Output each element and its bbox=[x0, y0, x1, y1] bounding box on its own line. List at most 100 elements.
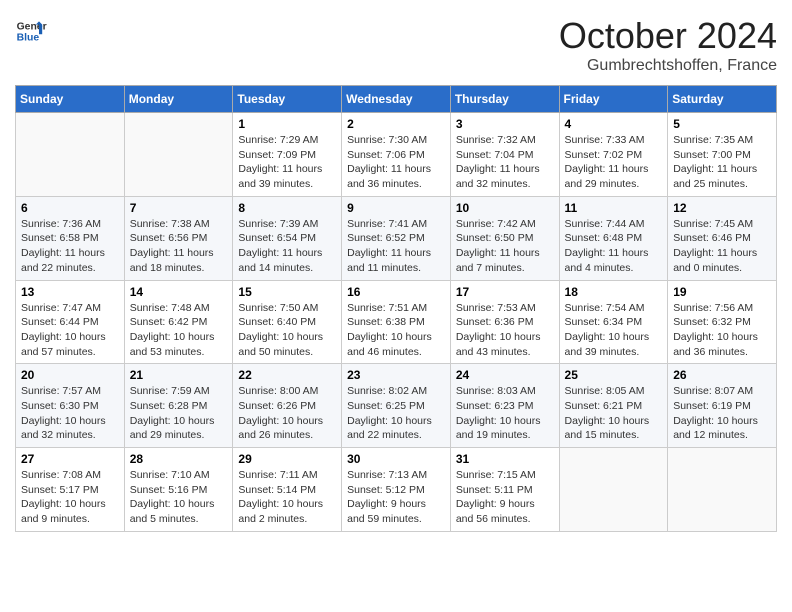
table-row: 30 Sunrise: 7:13 AM Sunset: 5:12 PM Dayli… bbox=[342, 448, 451, 532]
table-row: 3 Sunrise: 7:32 AM Sunset: 7:04 PM Daylig… bbox=[450, 113, 559, 197]
calendar-row: 6Sunrise: 7:36 AM Sunset: 6:58 PM Daylig… bbox=[16, 196, 777, 280]
table-row bbox=[559, 448, 668, 532]
header-tuesday: Tuesday bbox=[233, 86, 342, 113]
calendar-row: 27 Sunrise: 7:08 AM Sunset: 5:17 PM Dayli… bbox=[16, 448, 777, 532]
day-info: Sunrise: 7:29 AM Sunset: 7:09 PM Dayligh… bbox=[238, 133, 336, 192]
table-row: 4 Sunrise: 7:33 AM Sunset: 7:02 PM Daylig… bbox=[559, 113, 668, 197]
day-number: 13 bbox=[21, 285, 119, 299]
day-info: Sunrise: 7:54 AM Sunset: 6:34 PM Dayligh… bbox=[565, 301, 663, 360]
day-info: Sunrise: 7:35 AM Sunset: 7:00 PM Dayligh… bbox=[673, 133, 771, 192]
day-number: 19 bbox=[673, 285, 771, 299]
day-number: 12 bbox=[673, 201, 771, 215]
table-row: 16Sunrise: 7:51 AM Sunset: 6:38 PM Dayli… bbox=[342, 280, 451, 364]
day-number: 23 bbox=[347, 368, 445, 382]
day-info: Sunrise: 7:13 AM Sunset: 5:12 PM Dayligh… bbox=[347, 468, 445, 527]
day-number: 8 bbox=[238, 201, 336, 215]
calendar-header-row: Sunday Monday Tuesday Wednesday Thursday… bbox=[16, 86, 777, 113]
location-subtitle: Gumbrechtshoffen, France bbox=[559, 57, 777, 75]
day-info: Sunrise: 7:42 AM Sunset: 6:50 PM Dayligh… bbox=[456, 217, 554, 276]
day-info: Sunrise: 7:08 AM Sunset: 5:17 PM Dayligh… bbox=[21, 468, 119, 527]
day-number: 29 bbox=[238, 452, 336, 466]
table-row: 21 Sunrise: 7:59 AM Sunset: 6:28 PM Dayli… bbox=[124, 364, 233, 448]
table-row: 17Sunrise: 7:53 AM Sunset: 6:36 PM Dayli… bbox=[450, 280, 559, 364]
title-block: October 2024 Gumbrechtshoffen, France bbox=[559, 15, 777, 75]
table-row bbox=[124, 113, 233, 197]
table-row: 1 Sunrise: 7:29 AM Sunset: 7:09 PM Daylig… bbox=[233, 113, 342, 197]
day-number: 10 bbox=[456, 201, 554, 215]
day-number: 2 bbox=[347, 117, 445, 131]
day-info: Sunrise: 7:11 AM Sunset: 5:14 PM Dayligh… bbox=[238, 468, 336, 527]
header-monday: Monday bbox=[124, 86, 233, 113]
table-row: 13 Sunrise: 7:47 AM Sunset: 6:44 PM Dayli… bbox=[16, 280, 125, 364]
day-info: Sunrise: 7:41 AM Sunset: 6:52 PM Dayligh… bbox=[347, 217, 445, 276]
table-row: 27 Sunrise: 7:08 AM Sunset: 5:17 PM Dayli… bbox=[16, 448, 125, 532]
header-thursday: Thursday bbox=[450, 86, 559, 113]
day-number: 4 bbox=[565, 117, 663, 131]
table-row: 31 Sunrise: 7:15 AM Sunset: 5:11 PM Dayli… bbox=[450, 448, 559, 532]
day-number: 20 bbox=[21, 368, 119, 382]
table-row: 10 Sunrise: 7:42 AM Sunset: 6:50 PM Dayli… bbox=[450, 196, 559, 280]
table-row: 14 Sunrise: 7:48 AM Sunset: 6:42 PM Dayli… bbox=[124, 280, 233, 364]
day-number: 7 bbox=[130, 201, 228, 215]
header-saturday: Saturday bbox=[668, 86, 777, 113]
day-number: 25 bbox=[565, 368, 663, 382]
svg-text:Blue: Blue bbox=[17, 33, 40, 44]
day-info: Sunrise: 8:03 AM Sunset: 6:23 PM Dayligh… bbox=[456, 384, 554, 443]
day-number: 22 bbox=[238, 368, 336, 382]
table-row: 6Sunrise: 7:36 AM Sunset: 6:58 PM Daylig… bbox=[16, 196, 125, 280]
header-wednesday: Wednesday bbox=[342, 86, 451, 113]
day-info: Sunrise: 8:07 AM Sunset: 6:19 PM Dayligh… bbox=[673, 384, 771, 443]
day-info: Sunrise: 7:30 AM Sunset: 7:06 PM Dayligh… bbox=[347, 133, 445, 192]
day-info: Sunrise: 7:44 AM Sunset: 6:48 PM Dayligh… bbox=[565, 217, 663, 276]
calendar-row: 1 Sunrise: 7:29 AM Sunset: 7:09 PM Daylig… bbox=[16, 113, 777, 197]
table-row: 26 Sunrise: 8:07 AM Sunset: 6:19 PM Dayli… bbox=[668, 364, 777, 448]
day-number: 21 bbox=[130, 368, 228, 382]
day-info: Sunrise: 7:45 AM Sunset: 6:46 PM Dayligh… bbox=[673, 217, 771, 276]
day-info: Sunrise: 7:48 AM Sunset: 6:42 PM Dayligh… bbox=[130, 301, 228, 360]
calendar-row: 20 Sunrise: 7:57 AM Sunset: 6:30 PM Dayli… bbox=[16, 364, 777, 448]
table-row bbox=[16, 113, 125, 197]
day-info: Sunrise: 7:10 AM Sunset: 5:16 PM Dayligh… bbox=[130, 468, 228, 527]
table-row: 29 Sunrise: 7:11 AM Sunset: 5:14 PM Dayli… bbox=[233, 448, 342, 532]
table-row: 23 Sunrise: 8:02 AM Sunset: 6:25 PM Dayli… bbox=[342, 364, 451, 448]
day-number: 1 bbox=[238, 117, 336, 131]
table-row: 8 Sunrise: 7:39 AM Sunset: 6:54 PM Daylig… bbox=[233, 196, 342, 280]
table-row: 12 Sunrise: 7:45 AM Sunset: 6:46 PM Dayli… bbox=[668, 196, 777, 280]
day-number: 9 bbox=[347, 201, 445, 215]
day-info: Sunrise: 7:57 AM Sunset: 6:30 PM Dayligh… bbox=[21, 384, 119, 443]
table-row: 5Sunrise: 7:35 AM Sunset: 7:00 PM Daylig… bbox=[668, 113, 777, 197]
table-row: 7 Sunrise: 7:38 AM Sunset: 6:56 PM Daylig… bbox=[124, 196, 233, 280]
day-info: Sunrise: 7:39 AM Sunset: 6:54 PM Dayligh… bbox=[238, 217, 336, 276]
day-number: 30 bbox=[347, 452, 445, 466]
day-number: 26 bbox=[673, 368, 771, 382]
svg-text:General: General bbox=[17, 21, 47, 32]
day-info: Sunrise: 7:47 AM Sunset: 6:44 PM Dayligh… bbox=[21, 301, 119, 360]
day-info: Sunrise: 7:38 AM Sunset: 6:56 PM Dayligh… bbox=[130, 217, 228, 276]
day-info: Sunrise: 7:15 AM Sunset: 5:11 PM Dayligh… bbox=[456, 468, 554, 527]
day-number: 14 bbox=[130, 285, 228, 299]
month-title: October 2024 bbox=[559, 15, 777, 57]
day-info: Sunrise: 7:50 AM Sunset: 6:40 PM Dayligh… bbox=[238, 301, 336, 360]
table-row: 15 Sunrise: 7:50 AM Sunset: 6:40 PM Dayli… bbox=[233, 280, 342, 364]
day-number: 3 bbox=[456, 117, 554, 131]
logo-icon: General Blue bbox=[15, 15, 47, 47]
day-number: 27 bbox=[21, 452, 119, 466]
table-row: 9 Sunrise: 7:41 AM Sunset: 6:52 PM Daylig… bbox=[342, 196, 451, 280]
day-number: 31 bbox=[456, 452, 554, 466]
day-number: 24 bbox=[456, 368, 554, 382]
day-info: Sunrise: 8:02 AM Sunset: 6:25 PM Dayligh… bbox=[347, 384, 445, 443]
table-row: 11Sunrise: 7:44 AM Sunset: 6:48 PM Dayli… bbox=[559, 196, 668, 280]
day-number: 16 bbox=[347, 285, 445, 299]
table-row: 20 Sunrise: 7:57 AM Sunset: 6:30 PM Dayli… bbox=[16, 364, 125, 448]
day-info: Sunrise: 7:32 AM Sunset: 7:04 PM Dayligh… bbox=[456, 133, 554, 192]
table-row: 2 Sunrise: 7:30 AM Sunset: 7:06 PM Daylig… bbox=[342, 113, 451, 197]
day-info: Sunrise: 7:53 AM Sunset: 6:36 PM Dayligh… bbox=[456, 301, 554, 360]
day-info: Sunrise: 7:33 AM Sunset: 7:02 PM Dayligh… bbox=[565, 133, 663, 192]
day-number: 15 bbox=[238, 285, 336, 299]
table-row: 19Sunrise: 7:56 AM Sunset: 6:32 PM Dayli… bbox=[668, 280, 777, 364]
header-sunday: Sunday bbox=[16, 86, 125, 113]
logo: General Blue bbox=[15, 15, 47, 47]
day-info: Sunrise: 7:59 AM Sunset: 6:28 PM Dayligh… bbox=[130, 384, 228, 443]
table-row: 18Sunrise: 7:54 AM Sunset: 6:34 PM Dayli… bbox=[559, 280, 668, 364]
page-header: General Blue October 2024 Gumbrechtshoff… bbox=[15, 15, 777, 75]
